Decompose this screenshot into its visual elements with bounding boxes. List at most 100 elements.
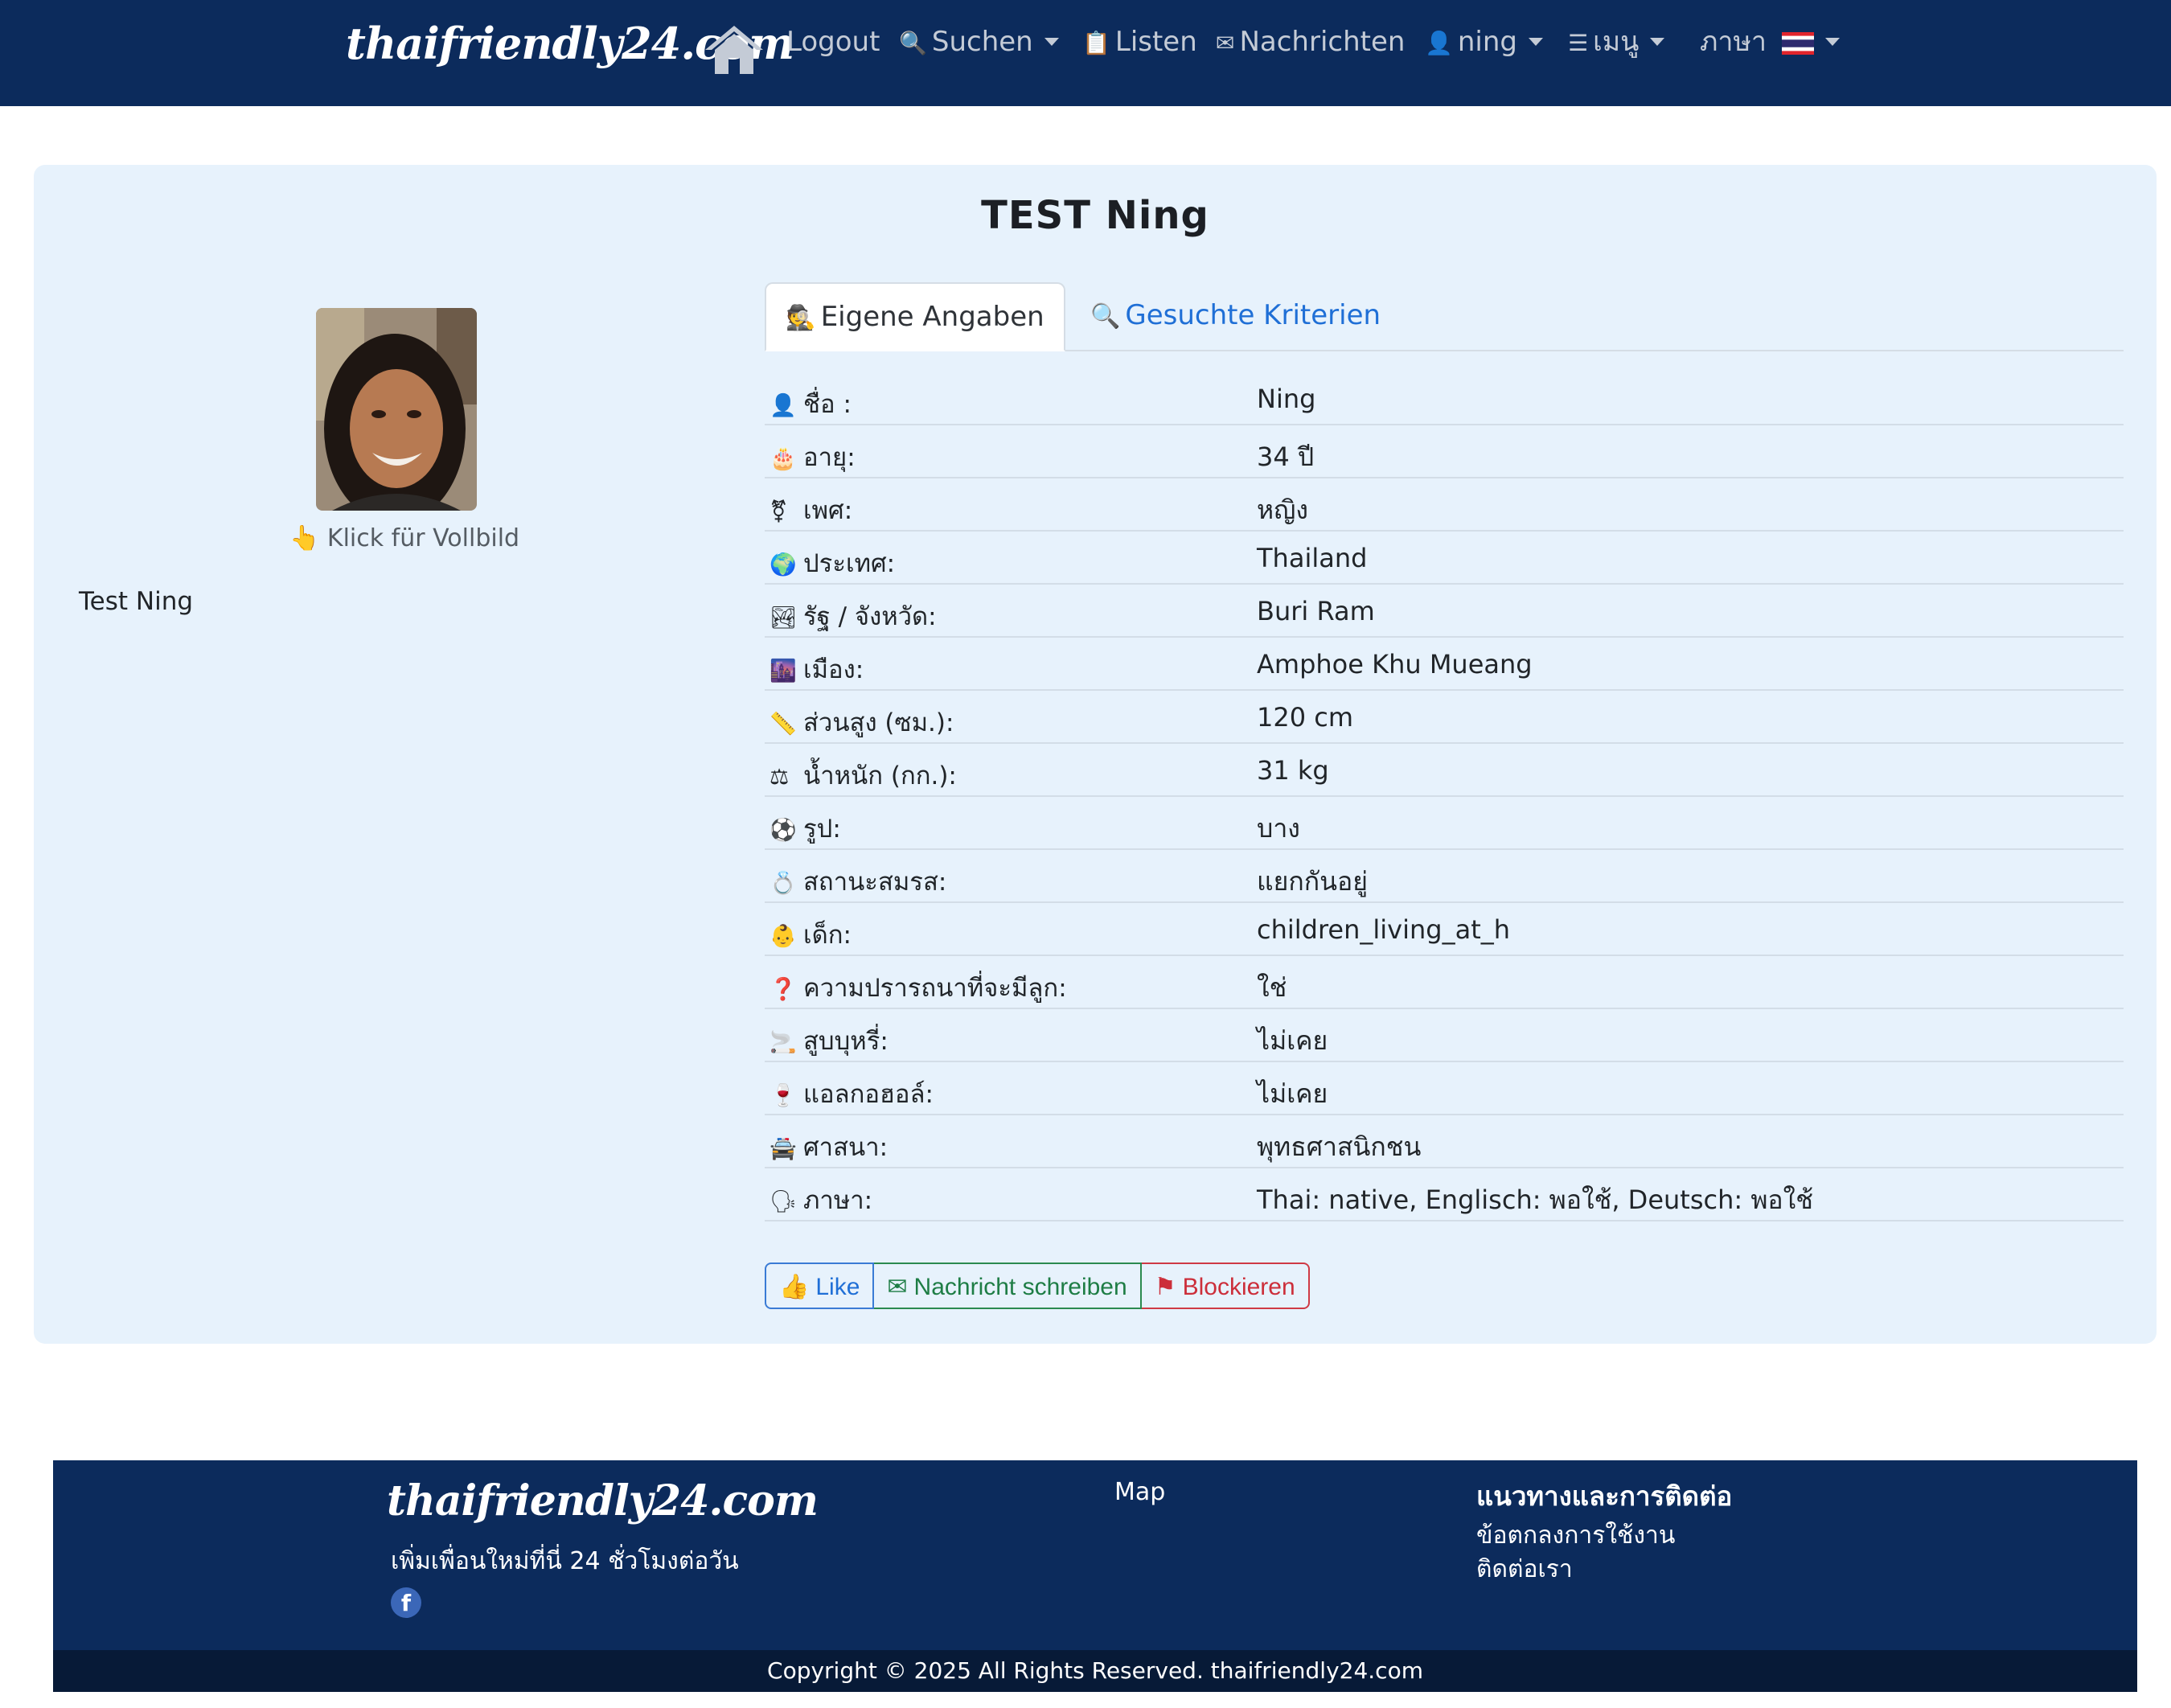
detail-value: ไม่เคย [1257,1078,1328,1109]
nav-lists[interactable]: 📋 Listen [1082,24,1197,60]
detail-value: ไม่เคย [1257,1025,1328,1056]
detail-label-text: ส่วนสูง (ซม.): [803,708,954,737]
footer-terms-link[interactable]: ข้อตกลงการใช้งาน [1476,1517,1675,1554]
detail-row-country: 🌍 ประเทศ: Thailand [765,532,2124,585]
detail-value: children_living_at_h [1257,914,1511,945]
detail-label-text: ชื่อ : [803,390,852,419]
detail-label-text: แอลกอฮอล์: [803,1080,934,1109]
detail-value: Thai: native, Englisch: พอใช้, Deutsch: … [1257,1185,1813,1215]
profile-action-group: 👍 Like ✉ Nachricht schreiben ⚑ Blockieren [765,1263,1310,1311]
detail-label: 📏 ส่วนสูง (ซม.): [769,702,954,742]
footer: thaifriendly24.com เพิ่มเพื่อนใหม่ที่นี่… [53,1460,2137,1650]
like-button-label: Like [815,1274,860,1300]
detective-icon: 🕵 [786,304,816,332]
cigarette-icon: 🚬 [769,1030,797,1055]
nav-user-label: ning [1457,26,1518,58]
nav-search-dropdown[interactable]: 🔍 Suchen [899,24,1059,60]
thumbs-up-icon: 👍 [779,1274,810,1300]
detail-label: 🚔 ศาสนา: [769,1127,888,1167]
detail-label: ⚽ รูป: [769,808,841,848]
detail-value: 34 ปี [1257,441,1315,472]
ring-icon: 💍 [769,871,797,896]
fullscreen-hint-label: Klick für Vollbild [326,524,520,552]
profile-tabs: 🕵 Eigene Angaben 🔍 Gesuchte Kriterien [765,282,2124,351]
detail-row-province: 🏞 รัฐ / จังหวัด: Buri Ram [765,585,2124,638]
gender-icon: ⚧ [769,499,788,524]
footer-map-link[interactable]: Map [1114,1478,1165,1506]
detail-label: 🌆 เมือง: [769,649,864,689]
detail-value: Buri Ram [1257,596,1375,626]
globe-icon: 🌍 [769,552,797,577]
like-button[interactable]: 👍 Like [765,1263,875,1309]
detail-label: 🚬 สูบบุหรี่: [769,1020,889,1061]
ruler-icon: 📏 [769,712,797,737]
nav-messages[interactable]: ✉ Nachrichten [1216,24,1405,60]
detail-row-name: 👤 ชื่อ : Ning [765,372,2124,425]
detail-label: ⚖ น้ำหนัก (กก.): [769,755,957,795]
detail-label-text: สถานะสมรส: [803,868,947,897]
tab-gesuchte-kriterien[interactable]: 🔍 Gesuchte Kriterien [1090,282,1381,348]
detail-label: 🌍 ประเทศ: [769,543,895,583]
profile-title: TEST Ning [981,193,1209,238]
detail-value: แยกกันอยู่ [1257,866,1368,897]
detail-value: ใช่ [1257,972,1287,1003]
home-icon[interactable] [704,23,765,76]
nav-menu-dropdown[interactable]: ☰ เมนู [1568,24,1665,60]
nav-logout[interactable]: Logout [786,24,880,60]
detail-label-text: รัฐ / จังหวัด: [803,602,937,631]
detail-label-text: สูบบุหรี่: [803,1027,889,1056]
detail-value: พุทธศาสนิกชน [1257,1131,1422,1162]
nav-logout-label: Logout [786,26,880,58]
detail-label: ⚧ เพศ: [769,490,852,530]
nav-lists-label: Listen [1114,26,1197,58]
person-icon: 👤 [769,393,797,418]
detail-label-text: ความปรารถนาที่จะมีลูก: [803,974,1067,1003]
detail-label: 👤 ชื่อ : [769,384,852,424]
footer-contact-link[interactable]: ติดต่อเรา [1476,1550,1573,1588]
detail-value: บาง [1257,813,1300,844]
nav-user-dropdown[interactable]: 👤 ning [1425,24,1544,60]
chevron-down-icon [1529,37,1544,46]
hamburger-icon: ☰ [1568,30,1589,56]
detail-label-text: ประเทศ: [803,549,896,578]
clipboard-icon: 📋 [1082,30,1110,56]
detail-label-text: น้ำหนัก (กก.): [803,762,957,790]
detail-label: ❓ ความปรารถนาที่จะมีลูก: [769,967,1067,1008]
profile-caption: Test Ning [79,587,194,616]
footer-guidelines-heading: แนวทางและการติดต่อ [1476,1480,1733,1512]
write-message-button[interactable]: ✉ Nachricht schreiben [874,1263,1142,1309]
nav-language-label: ภาษา [1700,26,1767,58]
profile-details-table: 👤 ชื่อ : Ning 🎂 อายุ: 34 ปี ⚧ เพศ: หญิง 🌍 ปร… [765,372,2124,1221]
copyright-bar: Copyright © 2025 All Rights Reserved. th… [53,1650,2137,1692]
profile-photo[interactable] [316,308,477,511]
detail-label-text: อายุ: [803,443,856,472]
write-message-button-label: Nachricht schreiben [913,1274,1127,1300]
fullscreen-hint[interactable]: 👆 Klick für Vollbild [289,524,519,552]
detail-label-text: ภาษา: [803,1186,873,1215]
detail-label: 🍷 แอลกอฮอล์: [769,1074,934,1114]
detail-value: Thailand [1257,543,1368,573]
facebook-icon[interactable]: f [391,1587,421,1618]
detail-row-age: 🎂 อายุ: 34 ปี [765,425,2124,478]
police-car-icon: 🚔 [769,1136,797,1161]
nav-language-dropdown[interactable]: ภาษา [1700,24,1840,60]
detail-value: 120 cm [1257,702,1354,733]
detail-row-languages: 🗣 ภาษา: Thai: native, Englisch: พอใช้, De… [765,1168,2124,1221]
block-button-label: Blockieren [1182,1274,1295,1300]
detail-label-text: รูป: [803,815,841,844]
nav-search-label: Suchen [931,26,1033,58]
block-button[interactable]: ⚑ Blockieren [1141,1263,1310,1309]
tab-eigene-angaben[interactable]: 🕵 Eigene Angaben [765,282,1065,351]
detail-row-children: 👶 เด็ก: children_living_at_h [765,903,2124,956]
detail-label-text: ศาสนา: [803,1133,889,1162]
tab-eigene-angaben-label: Eigene Angaben [820,301,1044,333]
nav-menu-label: เมนู [1593,26,1640,58]
chevron-down-icon [1650,37,1665,46]
detail-row-alcohol: 🍷 แอลกอฮอล์: ไม่เคย [765,1062,2124,1115]
footer-brand-logo[interactable]: thaifriendly24.com [387,1476,819,1525]
chevron-down-icon [1044,37,1059,46]
detail-value: 31 kg [1257,755,1329,786]
detail-row-marital-status: 💍 สถานะสมรส: แยกกันอยู่ [765,850,2124,903]
detail-label: 🗣 ภาษา: [769,1180,872,1220]
question-icon: ❓ [769,977,797,1002]
